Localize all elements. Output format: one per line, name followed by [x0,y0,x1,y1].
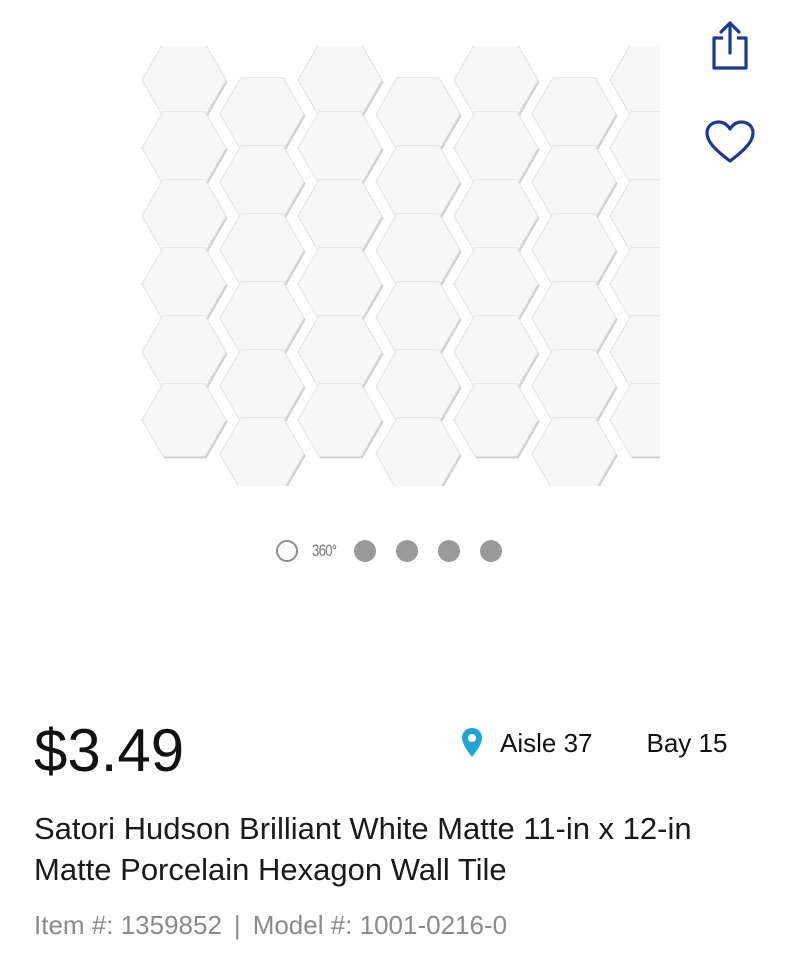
carousel-dot[interactable] [354,540,376,562]
image-carousel-indicator: 360° [276,536,502,566]
share-button[interactable] [700,16,760,76]
product-title: Satori Hudson Brilliant White Matte 11-i… [34,811,692,887]
hex-tile [609,383,660,457]
carousel-dot[interactable] [438,540,460,562]
heart-icon [705,120,755,163]
bay-label: Bay 15 [646,727,728,758]
aisle-label: Aisle 37 [500,727,593,758]
hexagon-tile-image [141,46,660,486]
product-image[interactable] [140,46,660,486]
share-icon [712,21,748,70]
hex-tile [609,46,660,117]
store-location[interactable]: Aisle 37 Bay 15 [458,726,727,760]
hex-tile [219,417,305,486]
hex-tile [609,111,660,185]
favorite-button[interactable] [700,112,760,172]
label-360: 360° [312,541,337,560]
item-number: Item #: 1359852 [34,910,222,940]
price: $3.49 [34,717,185,784]
hex-tile [609,247,660,321]
location-pin-icon [462,728,482,757]
item-meta: Item #: 1359852 | Model #: 1001-0216-0 [34,910,507,941]
carousel-dot[interactable] [396,540,418,562]
hex-tile [609,315,660,389]
carousel-dot-360[interactable] [276,540,298,562]
hex-tile [609,179,660,253]
hex-tile [375,417,461,486]
carousel-dot[interactable] [480,540,502,562]
hex-tile [531,417,617,486]
model-number: Model #: 1001-0216-0 [252,910,508,940]
meta-separator: | [233,910,241,940]
